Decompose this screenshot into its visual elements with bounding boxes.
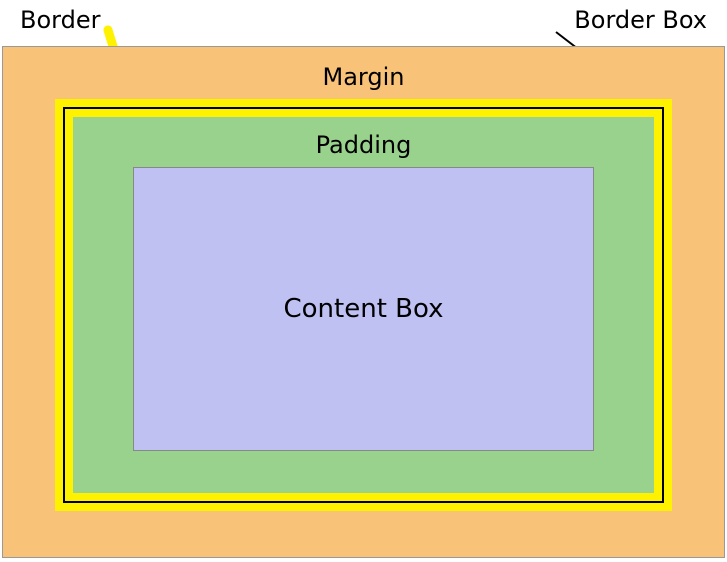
content-box: Content Box — [133, 167, 594, 451]
margin-box: Margin Padding Content Box — [2, 46, 725, 558]
content-box-label: Content Box — [284, 294, 444, 324]
border-external-label: Border — [20, 6, 100, 34]
border-area: Padding Content Box — [55, 99, 672, 511]
margin-label: Margin — [323, 63, 405, 91]
padding-box: Padding Content Box — [73, 117, 654, 493]
border-box-external-label: Border Box — [574, 6, 707, 34]
border-inner-line: Padding Content Box — [63, 107, 664, 503]
padding-label: Padding — [316, 131, 412, 159]
